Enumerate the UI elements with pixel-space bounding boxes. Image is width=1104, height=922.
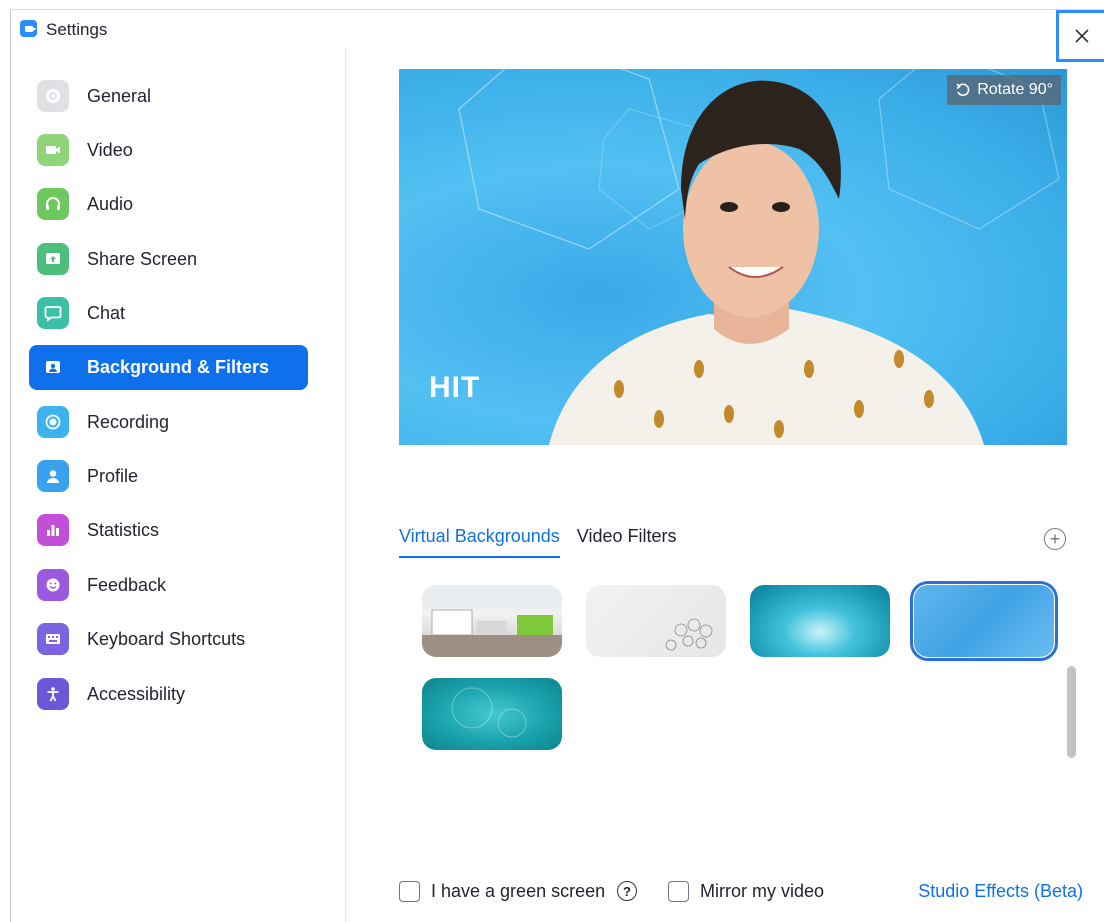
settings-window: Settings General Video Audio Share Scree…	[10, 9, 1104, 922]
record-icon	[37, 406, 69, 438]
tab-virtual-backgrounds[interactable]: Virtual Backgrounds	[399, 526, 560, 558]
sidebar-item-label: Chat	[87, 303, 126, 323]
help-icon[interactable]: ?	[617, 881, 637, 901]
hit-logo: HIT	[429, 371, 481, 404]
sidebar-item-label: Profile	[87, 466, 139, 486]
bubbles-image	[451, 687, 527, 738]
headphones-icon	[37, 188, 69, 220]
sidebar-item-keyboard-shortcuts[interactable]: Keyboard Shortcuts	[29, 617, 308, 662]
title-bar: Settings	[11, 10, 1104, 48]
thumbnail-office[interactable]	[422, 585, 562, 657]
sidebar-item-profile[interactable]: Profile	[29, 454, 308, 499]
profile-icon	[37, 460, 69, 492]
sidebar-item-recording[interactable]: Recording	[29, 400, 308, 445]
mirror-video-checkbox[interactable]	[668, 881, 689, 902]
background-options: I have a green screen ? Mirror my video …	[399, 878, 1083, 908]
sidebar-item-statistics[interactable]: Statistics	[29, 508, 308, 553]
plus-icon: +	[1049, 529, 1061, 549]
keyboard-icon	[37, 623, 69, 655]
sidebar-item-label: General	[87, 86, 152, 106]
sidebar-item-chat[interactable]: Chat	[29, 291, 308, 336]
feedback-icon	[37, 569, 69, 601]
person-face	[683, 141, 819, 317]
sidebar-item-label: Video	[87, 140, 133, 160]
background-thumbnails	[409, 578, 1059, 768]
gear-icon	[37, 80, 69, 112]
sidebar-item-accessibility[interactable]: Accessibility	[29, 672, 308, 717]
sidebar-item-share-screen[interactable]: Share Screen	[29, 237, 308, 282]
sidebar-item-feedback[interactable]: Feedback	[29, 563, 308, 608]
close-icon	[1074, 29, 1089, 43]
thumbnail-lightbulbs[interactable]	[586, 585, 726, 657]
thumbnail-teal-glow[interactable]	[750, 585, 890, 657]
thumbnail-blue-hexagon[interactable]	[910, 581, 1058, 661]
zoom-app-icon	[20, 20, 37, 37]
sidebar-item-label: Background & Filters	[87, 357, 270, 377]
sidebar-item-label: Share Screen	[87, 249, 198, 269]
green-screen-checkbox[interactable]	[399, 881, 420, 902]
rotate-button[interactable]: Rotate 90°	[947, 75, 1061, 105]
background-icon	[37, 351, 69, 383]
sidebar-item-video[interactable]: Video	[29, 128, 308, 173]
sidebar-item-label: Audio	[87, 194, 134, 214]
settings-sidebar: General Video Audio Share Screen Chat Ba…	[11, 48, 346, 922]
rotate-icon	[956, 83, 970, 97]
sidebar-item-general[interactable]: General	[29, 74, 308, 119]
chat-icon	[37, 297, 69, 329]
sidebar-item-label: Keyboard Shortcuts	[87, 629, 246, 649]
thumbnail-teal-bubbles[interactable]	[422, 678, 562, 750]
background-tabs: Virtual Backgrounds Video Filters	[399, 526, 676, 558]
accessibility-icon	[37, 678, 69, 710]
sidebar-item-label: Feedback	[87, 575, 167, 595]
video-camera-icon	[37, 134, 69, 166]
mirror-video-label: Mirror my video	[700, 881, 825, 901]
share-screen-icon	[37, 243, 69, 275]
sidebar-item-label: Recording	[87, 412, 170, 432]
background-hexagon-pattern	[458, 69, 1060, 445]
add-background-button[interactable]: +	[1044, 528, 1066, 550]
video-preview: Rotate 90° HIT	[399, 69, 1067, 445]
background-filters-panel: Rotate 90° HIT Virtual Backgrounds Video…	[347, 48, 1104, 922]
thumbnails-scrollbar-thumb[interactable]	[1067, 666, 1076, 758]
sidebar-item-audio[interactable]: Audio	[29, 182, 308, 227]
statistics-icon	[37, 514, 69, 546]
lightbulbs-image	[665, 618, 713, 651]
studio-effects-link[interactable]: Studio Effects (Beta)	[918, 881, 1083, 902]
office-image	[422, 585, 562, 657]
green-screen-label: I have a green screen	[431, 881, 606, 901]
sidebar-item-label: Accessibility	[87, 684, 186, 704]
sidebar-item-background-filters[interactable]: Background & Filters	[29, 345, 308, 390]
tab-video-filters[interactable]: Video Filters	[577, 526, 677, 558]
rotate-label: Rotate 90°	[977, 81, 1053, 98]
window-title: Settings	[46, 20, 108, 39]
sidebar-item-label: Statistics	[87, 520, 160, 540]
